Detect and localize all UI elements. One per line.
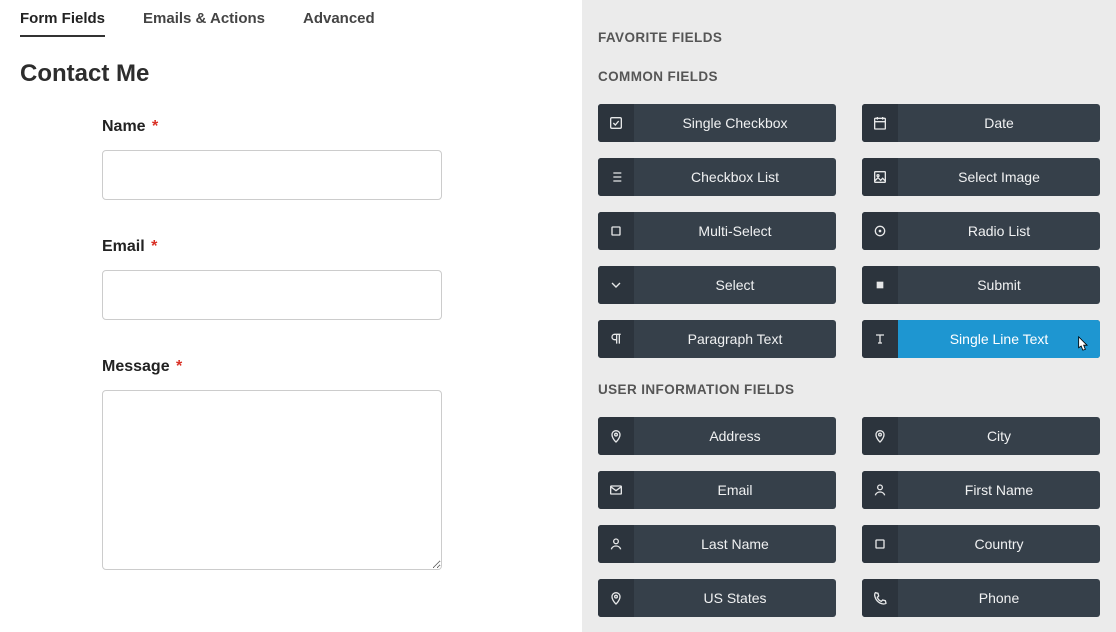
tab-advanced[interactable]: Advanced: [303, 6, 375, 37]
text-icon: [862, 320, 898, 358]
field-select[interactable]: Select: [598, 266, 836, 304]
field-label: Paragraph Text: [634, 331, 836, 347]
field-multi-select[interactable]: Multi-Select: [598, 212, 836, 250]
field-us-states[interactable]: US States: [598, 579, 836, 617]
field-label: Email: [634, 482, 836, 498]
section-favorite-fields: FAVORITE FIELDS: [598, 30, 1100, 45]
field-phone[interactable]: Phone: [862, 579, 1100, 617]
tabs-bar: Form Fields Emails & Actions Advanced: [20, 6, 562, 38]
form-preview: Name * Email * Message *: [20, 118, 465, 575]
field-label: Phone: [898, 590, 1100, 606]
chevron-down-icon: [598, 266, 634, 304]
phone-icon: [862, 579, 898, 617]
list-icon: [598, 158, 634, 196]
field-label: Multi-Select: [634, 223, 836, 239]
field-email[interactable]: Email *: [102, 238, 465, 320]
field-label: Checkbox List: [634, 169, 836, 185]
label-email-text: Email: [102, 238, 145, 255]
label-email: Email *: [102, 238, 465, 256]
form-title: Contact Me: [20, 60, 562, 88]
label-message: Message *: [102, 358, 465, 376]
field-last-name[interactable]: Last Name: [598, 525, 836, 563]
field-palette-pane: FAVORITE FIELDS COMMON FIELDS Single Che…: [582, 0, 1116, 632]
form-editor-pane: Form Fields Emails & Actions Advanced Co…: [0, 0, 582, 632]
field-city[interactable]: City: [862, 417, 1100, 455]
map-pin-icon: [598, 579, 634, 617]
section-user-info-fields: USER INFORMATION FIELDS: [598, 382, 1100, 397]
input-email[interactable]: [102, 270, 442, 320]
field-label: Date: [898, 115, 1100, 131]
section-common-fields: COMMON FIELDS: [598, 69, 1100, 84]
field-label: First Name: [898, 482, 1100, 498]
field-submit[interactable]: Submit: [862, 266, 1100, 304]
field-label: Submit: [898, 277, 1100, 293]
field-single-checkbox[interactable]: Single Checkbox: [598, 104, 836, 142]
required-mark: *: [151, 238, 157, 255]
field-email[interactable]: Email: [598, 471, 836, 509]
field-select-image[interactable]: Select Image: [862, 158, 1100, 196]
field-paragraph-text[interactable]: Paragraph Text: [598, 320, 836, 358]
textarea-message[interactable]: [102, 390, 442, 570]
field-label: Select: [634, 277, 836, 293]
input-name[interactable]: [102, 150, 442, 200]
field-label: Radio List: [898, 223, 1100, 239]
field-label: Single Checkbox: [634, 115, 836, 131]
common-fields-grid: Single Checkbox Date Checkbox List Selec…: [598, 104, 1100, 358]
field-label: US States: [634, 590, 836, 606]
user-icon: [598, 525, 634, 563]
field-country[interactable]: Country: [862, 525, 1100, 563]
image-icon: [862, 158, 898, 196]
field-label: Select Image: [898, 169, 1100, 185]
calendar-icon: [862, 104, 898, 142]
paragraph-icon: [598, 320, 634, 358]
required-mark: *: [176, 358, 182, 375]
label-message-text: Message: [102, 358, 170, 375]
user-fields-grid: Address City Email First Name Last Name …: [598, 417, 1100, 617]
envelope-icon: [598, 471, 634, 509]
tab-form-fields[interactable]: Form Fields: [20, 6, 105, 37]
field-address[interactable]: Address: [598, 417, 836, 455]
field-radio-list[interactable]: Radio List: [862, 212, 1100, 250]
field-label: Single Line Text: [898, 320, 1100, 358]
user-icon: [862, 471, 898, 509]
field-name[interactable]: Name *: [102, 118, 465, 200]
field-label: Country: [898, 536, 1100, 552]
field-single-line-text[interactable]: Single Line Text: [862, 320, 1100, 358]
square-icon: [598, 212, 634, 250]
map-pin-icon: [598, 417, 634, 455]
field-first-name[interactable]: First Name: [862, 471, 1100, 509]
field-date[interactable]: Date: [862, 104, 1100, 142]
field-checkbox-list[interactable]: Checkbox List: [598, 158, 836, 196]
field-label: Address: [634, 428, 836, 444]
square-filled-icon: [862, 266, 898, 304]
radio-icon: [862, 212, 898, 250]
square-icon: [862, 525, 898, 563]
required-mark: *: [152, 118, 158, 135]
field-message[interactable]: Message *: [102, 358, 465, 575]
tab-emails-actions[interactable]: Emails & Actions: [143, 6, 265, 37]
label-name: Name *: [102, 118, 465, 136]
field-label: Last Name: [634, 536, 836, 552]
label-name-text: Name: [102, 118, 146, 135]
map-pin-icon: [862, 417, 898, 455]
checkbox-icon: [598, 104, 634, 142]
field-label: City: [898, 428, 1100, 444]
